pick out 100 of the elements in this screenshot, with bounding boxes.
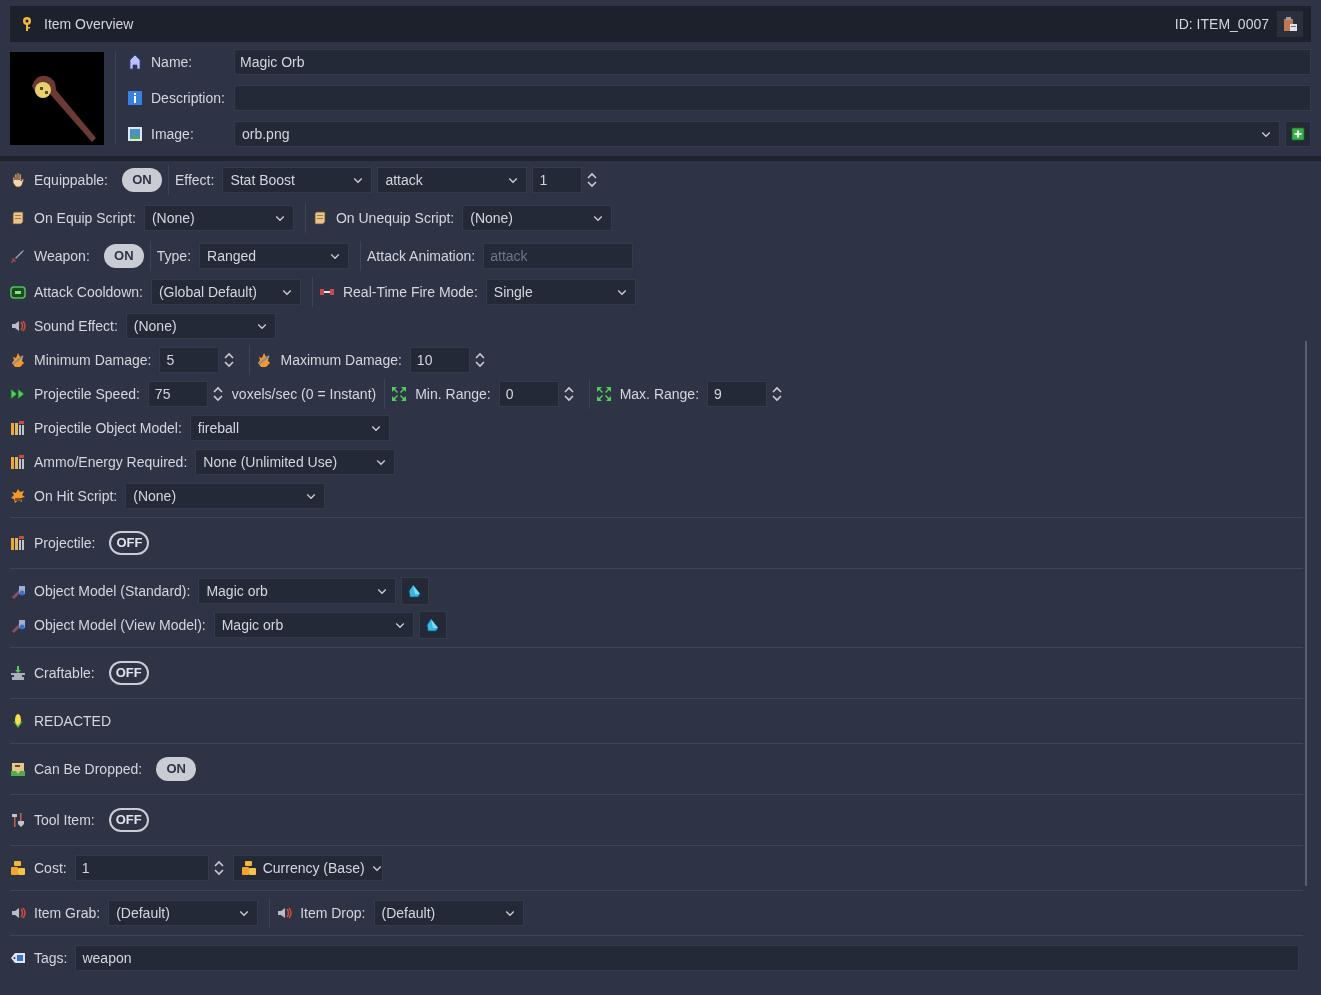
info-icon: [127, 90, 143, 106]
number-field[interactable]: 0: [498, 381, 559, 407]
hand-icon: [10, 172, 26, 188]
field-label: Can Be Dropped:: [34, 759, 143, 779]
flame-icon: [10, 352, 26, 368]
model-picker-button[interactable]: [401, 577, 430, 605]
coins-icon: [10, 860, 26, 876]
stepper-icon[interactable]: [771, 385, 784, 403]
scroll-icon: [311, 210, 328, 226]
unit-label: voxels/sec (0 = Instant): [231, 384, 377, 404]
field-label: Description:: [151, 88, 226, 108]
number-field[interactable]: 10: [409, 347, 470, 373]
stepper-icon[interactable]: [223, 351, 236, 369]
dropdown[interactable]: Magic orb: [198, 578, 397, 604]
crystal-icon: [424, 617, 441, 633]
field-label: REDACTED: [34, 711, 111, 731]
field-label: Attack Cooldown:: [34, 282, 143, 302]
sword-icon: [10, 248, 26, 264]
expand-icon: [391, 386, 408, 402]
field-label: Type:: [156, 246, 192, 266]
dropdown[interactable]: (None): [462, 205, 613, 231]
image-icon: [127, 126, 143, 142]
field-label: Image:: [151, 124, 195, 144]
tools-icon: [10, 812, 26, 828]
number-field[interactable]: 9: [707, 381, 768, 407]
plus-icon: [1291, 127, 1305, 141]
item-id: ID: ITEM_0007: [1174, 14, 1269, 34]
ammo-icon: [10, 420, 26, 436]
clipboard-icon: [1282, 16, 1298, 32]
ammo-icon: [10, 535, 26, 551]
toggle-switch[interactable]: ON: [103, 244, 144, 268]
speaker-icon: [276, 905, 293, 921]
field-label: On Equip Script:: [34, 208, 136, 228]
field-label: Equippable:: [34, 170, 108, 190]
field-label: Attack Animation:: [367, 246, 476, 266]
anvil-icon: [10, 665, 26, 681]
stepper-icon[interactable]: [473, 351, 486, 369]
scrollbar[interactable]: [1305, 341, 1307, 886]
dropdown[interactable]: orb.png: [234, 121, 1280, 147]
dropdown[interactable]: attack: [377, 167, 528, 193]
field-label: Ammo/Energy Required:: [34, 452, 188, 472]
field-label: Minimum Damage:: [34, 350, 152, 370]
field-label: Name:: [151, 52, 194, 72]
text-field[interactable]: Magic Orb: [234, 49, 1311, 75]
toggle-switch[interactable]: ON: [121, 168, 162, 192]
speaker-icon: [10, 318, 26, 334]
timer-icon: [10, 284, 26, 300]
field-label: Craftable:: [34, 663, 95, 683]
add-button[interactable]: [1285, 121, 1311, 147]
dropdown[interactable]: Magic orb: [213, 612, 414, 638]
field-label: Maximum Damage:: [280, 350, 402, 370]
explosion-icon: [10, 488, 26, 504]
number-field[interactable]: 1: [532, 167, 583, 193]
toggle-switch[interactable]: OFF: [108, 661, 149, 685]
toggle-switch[interactable]: ON: [156, 757, 197, 781]
field-label: Cost:: [34, 858, 67, 878]
dropdown[interactable]: Single: [485, 279, 636, 305]
field-label: Real-Time Fire Mode:: [342, 282, 478, 302]
number-field[interactable]: 5: [159, 347, 220, 373]
dropdown[interactable]: (Default): [373, 900, 524, 926]
expand-icon: [595, 386, 612, 402]
field-label: Max. Range:: [619, 384, 700, 404]
dropdown[interactable]: Ranged: [199, 243, 350, 269]
field-label: Weapon:: [34, 246, 90, 266]
text-field[interactable]: weapon: [75, 945, 1299, 971]
dropdown[interactable]: (None): [125, 483, 326, 509]
text-field[interactable]: attack: [483, 243, 634, 269]
dropdown[interactable]: fireball: [189, 415, 390, 441]
field-label: Item Drop:: [300, 903, 366, 923]
coins-icon: [240, 860, 257, 876]
dropdown[interactable]: (Default): [108, 900, 259, 926]
toggle-switch[interactable]: OFF: [108, 808, 149, 832]
fast-forward-icon: [10, 386, 26, 402]
stepper-icon[interactable]: [211, 385, 224, 403]
flame-icon: [256, 352, 273, 368]
stepper-icon[interactable]: [586, 171, 599, 189]
model-icon: [10, 583, 26, 599]
field-label: On Hit Script:: [34, 486, 118, 506]
number-field[interactable]: 1: [74, 855, 209, 881]
model-picker-button[interactable]: [418, 611, 447, 639]
field-label: Tool Item:: [34, 810, 95, 830]
stepper-icon[interactable]: [562, 385, 575, 403]
ammo-icon: [10, 454, 26, 470]
stepper-icon[interactable]: [212, 859, 225, 877]
panel-title: Item Overview: [44, 14, 135, 34]
dropdown[interactable]: Stat Boost: [222, 167, 373, 193]
chest-icon: [10, 761, 26, 777]
dropdown[interactable]: (None): [125, 313, 276, 339]
model-icon: [10, 617, 26, 633]
dropdown[interactable]: None (Unlimited Use): [195, 449, 396, 475]
field-label: Effect:: [174, 170, 215, 190]
number-field[interactable]: 75: [147, 381, 208, 407]
speaker-icon: [10, 905, 26, 921]
field-label: On Unequip Script:: [335, 208, 455, 228]
field-label: Object Model (View Model):: [34, 615, 206, 635]
toggle-switch[interactable]: OFF: [109, 531, 150, 555]
dropdown[interactable]: Currency (Base): [232, 855, 383, 881]
dropdown[interactable]: (None): [143, 205, 294, 231]
copy-button[interactable]: [1277, 11, 1303, 37]
dropdown[interactable]: (Global Default): [150, 279, 301, 305]
